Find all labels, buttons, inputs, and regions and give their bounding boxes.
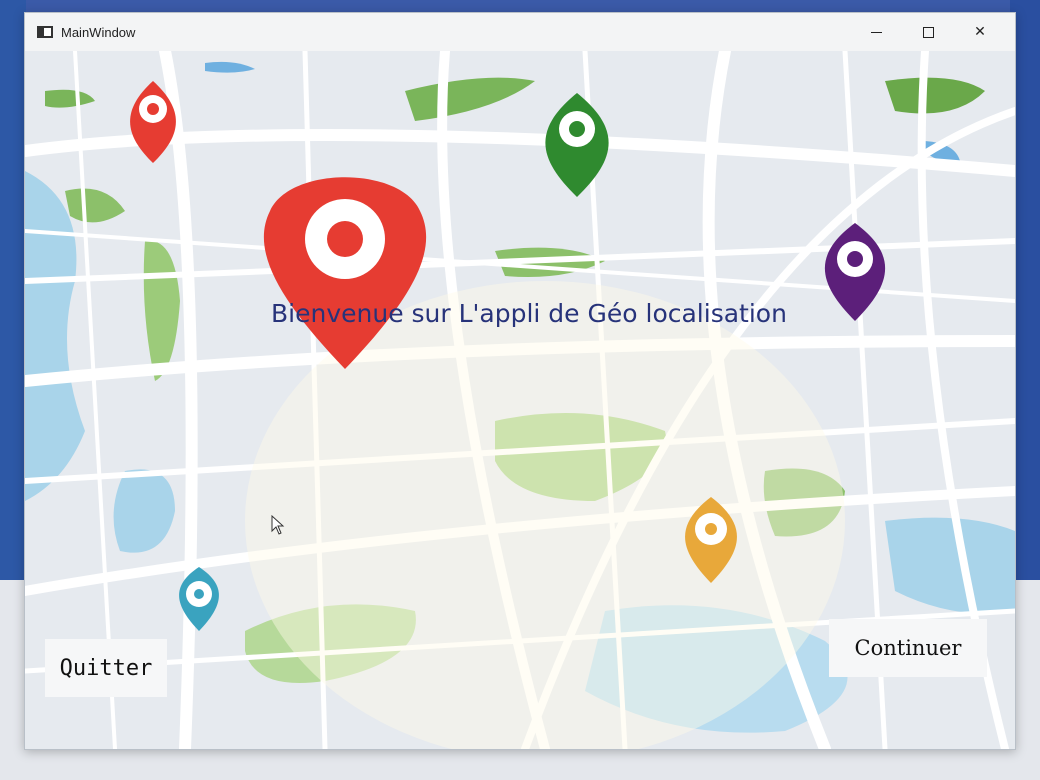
close-icon: ✕ [974, 24, 986, 40]
close-button[interactable]: ✕ [957, 13, 1003, 51]
continue-button[interactable]: Continuer [829, 619, 987, 677]
welcome-message: Bienvenue sur L'appli de Géo localisatio… [271, 299, 787, 328]
minimize-icon [870, 31, 882, 33]
desktop-background-left [0, 0, 26, 600]
maximize-button[interactable] [905, 13, 951, 51]
mouse-pointer-icon [271, 515, 285, 535]
quit-button[interactable]: Quitter [45, 639, 167, 697]
minimize-button[interactable] [853, 13, 899, 51]
maximize-icon [922, 26, 934, 38]
window-title: MainWindow [61, 24, 136, 40]
main-content: Bienvenue sur L'appli de Géo localisatio… [25, 51, 1015, 749]
app-window-icon [37, 26, 53, 38]
title-bar[interactable]: MainWindow ✕ [25, 13, 1015, 51]
main-window: MainWindow ✕ Bienvenue sur L'appli de Gé… [24, 12, 1016, 750]
